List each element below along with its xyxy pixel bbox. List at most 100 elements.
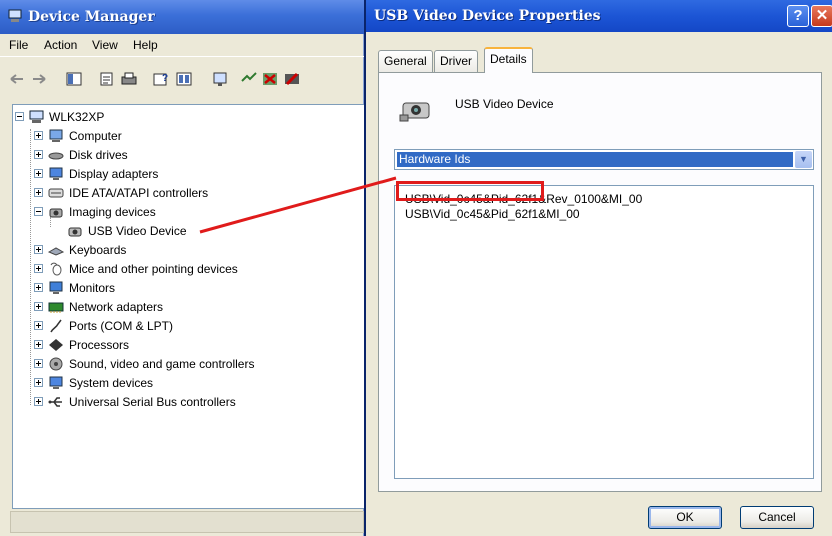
list-item[interactable]: USB\Vid_0c45&Pid_62f1&MI_00: [405, 207, 580, 221]
disable-icon[interactable]: [284, 71, 300, 87]
device-manager-window: Device Manager File Action View Help ? W…: [0, 0, 364, 536]
ide-controller-icon: [48, 188, 64, 198]
expand-icon[interactable]: [34, 302, 43, 311]
webcam-icon: [68, 227, 82, 237]
expand-icon[interactable]: [34, 264, 43, 273]
device-manager-icon: [8, 9, 22, 22]
help-button[interactable]: ?: [787, 5, 809, 27]
scan-hardware-icon[interactable]: [212, 71, 228, 87]
network-adapter-icon: [48, 302, 64, 313]
disk-drive-icon: [48, 152, 64, 160]
expand-icon[interactable]: [34, 150, 43, 159]
tree-label-monitors: Monitors: [69, 281, 116, 295]
dialog-titlebar[interactable]: USB Video Device Properties ? ✕: [366, 0, 832, 32]
dialog-title: USB Video Device Properties: [374, 8, 601, 24]
tree-item-monitors[interactable]: Monitors: [13, 279, 343, 297]
menu-view[interactable]: View: [92, 38, 118, 52]
processor-icon: [49, 339, 63, 351]
mouse-icon: [50, 262, 62, 276]
forward-icon[interactable]: [31, 71, 47, 87]
tree-root[interactable]: WLK32XP: [13, 108, 213, 126]
expand-icon[interactable]: [34, 131, 43, 140]
tree-label-mice: Mice and other pointing devices: [69, 262, 238, 276]
tree-item-usb-video-device[interactable]: USB Video Device: [13, 222, 343, 240]
tree-label-network-adapters: Network adapters: [69, 300, 164, 314]
tab-general[interactable]: General: [378, 50, 433, 72]
device-manager-title: Device Manager: [28, 9, 155, 25]
tab-driver[interactable]: Driver: [434, 50, 478, 72]
tree-label-disk-drives: Disk drives: [69, 148, 128, 162]
chevron-down-icon[interactable]: ▼: [795, 151, 812, 168]
tree-item-system-devices[interactable]: System devices: [13, 374, 343, 392]
uninstall-icon[interactable]: [262, 71, 278, 87]
tree-item-network-adapters[interactable]: Network adapters: [13, 298, 343, 316]
tab-details[interactable]: Details: [484, 47, 533, 73]
property-select[interactable]: Hardware Ids ▼: [394, 149, 814, 170]
tree-item-keyboards[interactable]: Keyboards: [13, 241, 343, 259]
print-icon[interactable]: [121, 71, 137, 87]
tree-item-disk-drives[interactable]: Disk drives: [13, 146, 343, 164]
tree-item-display-adapters[interactable]: Display adapters: [13, 165, 343, 183]
device-manager-titlebar[interactable]: Device Manager: [0, 0, 364, 34]
tree-label-usb-video-device: USB Video Device: [88, 224, 187, 238]
tree-item-ide-controllers[interactable]: IDE ATA/ATAPI controllers: [13, 184, 343, 202]
menu-bar: File Action View Help: [0, 34, 364, 56]
ok-button[interactable]: OK: [648, 506, 722, 529]
tree-item-usb-controllers[interactable]: Universal Serial Bus controllers: [13, 393, 343, 411]
collapse-root-icon[interactable]: [15, 112, 24, 121]
properties-dialog: USB Video Device Properties ? ✕ General …: [364, 0, 832, 536]
expand-icon[interactable]: [34, 245, 43, 254]
update-driver-icon[interactable]: [241, 71, 257, 87]
tree-label-system-devices: System devices: [69, 376, 154, 390]
tree-item-computer[interactable]: Computer: [13, 127, 343, 145]
webcam-icon: [399, 102, 430, 122]
details-tab-page: USB Video Device Hardware Ids ▼ USB\Vid_…: [378, 72, 822, 492]
tree-root-label: WLK32XP: [49, 110, 105, 124]
expand-icon[interactable]: [34, 188, 43, 197]
tree-item-mice[interactable]: Mice and other pointing devices: [13, 260, 343, 278]
annotation-highlight-box: [396, 181, 544, 201]
device-name: USB Video Device: [455, 97, 554, 111]
sound-icon: [49, 357, 63, 371]
tree-label-ide-controllers: IDE ATA/ATAPI controllers: [69, 186, 209, 200]
cancel-button[interactable]: Cancel: [740, 506, 814, 529]
expand-icon[interactable]: [34, 340, 43, 349]
device-tree[interactable]: WLK32XP Computer Disk drives Display ada…: [12, 104, 364, 509]
properties-icon[interactable]: [99, 71, 115, 87]
tree-item-imaging-devices[interactable]: Imaging devices: [13, 203, 343, 221]
system-device-icon: [49, 376, 63, 389]
property-select-value: Hardware Ids: [397, 152, 793, 167]
tree-item-ports[interactable]: Ports (COM & LPT): [13, 317, 343, 335]
expand-icon[interactable]: [34, 169, 43, 178]
expand-icon[interactable]: [34, 283, 43, 292]
close-button[interactable]: ✕: [811, 5, 832, 27]
menu-action[interactable]: Action: [44, 38, 77, 52]
usb-icon: [48, 397, 62, 407]
tree-label-ports: Ports (COM & LPT): [69, 319, 174, 333]
help-icon[interactable]: ?: [153, 71, 169, 87]
tree-label-processors: Processors: [69, 338, 130, 352]
expand-icon[interactable]: [34, 359, 43, 368]
tree-label-usb-controllers: Universal Serial Bus controllers: [69, 395, 236, 409]
monitor-icon: [49, 281, 63, 294]
computer-icon: [49, 129, 63, 142]
tree-label-display-adapters: Display adapters: [69, 167, 159, 181]
status-bar: [10, 511, 364, 533]
svg-text:?: ?: [162, 73, 168, 84]
menu-file[interactable]: File: [9, 38, 28, 52]
keyboard-icon: [48, 247, 64, 256]
display-adapter-icon: [49, 167, 63, 180]
expand-icon[interactable]: [34, 378, 43, 387]
console-tree-icon[interactable]: [66, 71, 82, 87]
menu-help[interactable]: Help: [133, 38, 158, 52]
details-view-icon[interactable]: [176, 71, 192, 87]
collapse-icon[interactable]: [34, 207, 43, 216]
tree-item-sound[interactable]: Sound, video and game controllers: [13, 355, 343, 373]
camera-icon: [49, 208, 63, 218]
tree-item-processors[interactable]: Processors: [13, 336, 343, 354]
expand-icon[interactable]: [34, 397, 43, 406]
back-icon[interactable]: [9, 71, 25, 87]
tree-label-computer: Computer: [69, 129, 122, 143]
property-values-list[interactable]: USB\Vid_0c45&Pid_62f1&Rev_0100&MI_00 USB…: [394, 185, 814, 479]
expand-icon[interactable]: [34, 321, 43, 330]
